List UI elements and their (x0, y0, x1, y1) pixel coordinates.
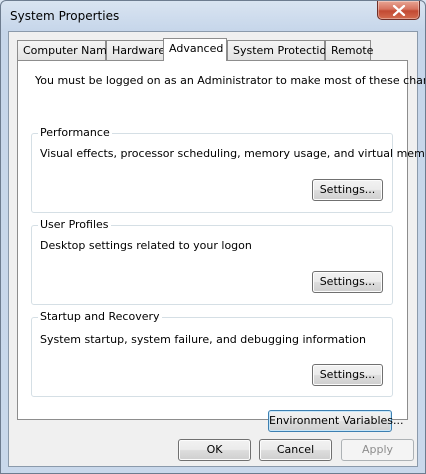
tab-system-protection[interactable]: System Protection (227, 40, 333, 60)
tab-advanced[interactable]: Advanced (163, 38, 227, 61)
apply-button[interactable]: Apply (341, 439, 414, 461)
tab-remote[interactable]: Remote (325, 40, 374, 60)
environment-variables-button[interactable]: Environment Variables... (268, 410, 404, 432)
close-button[interactable] (377, 1, 420, 20)
tab-label: System Protection (233, 44, 334, 57)
user-profiles-description: Desktop settings related to your logon (40, 239, 252, 252)
ok-button[interactable]: OK (178, 439, 251, 461)
user-profiles-group: User Profiles Desktop settings related t… (31, 218, 393, 305)
tab-label: Remote (331, 44, 374, 57)
startup-recovery-title: Startup and Recovery (38, 310, 162, 323)
user-profiles-settings-button[interactable]: Settings... (312, 271, 383, 293)
tab-computer-name[interactable]: Computer Name (17, 40, 114, 60)
dialog-client-area: Computer Name Hardware Advanced System P… (8, 31, 425, 467)
tab-label: Hardware (112, 44, 166, 57)
performance-settings-button[interactable]: Settings... (312, 179, 383, 201)
user-profiles-title: User Profiles (38, 218, 111, 231)
title-bar[interactable]: System Properties (1, 1, 425, 31)
tab-hardware[interactable]: Hardware (106, 40, 166, 60)
tab-label: Computer Name (23, 44, 114, 57)
startup-recovery-settings-button[interactable]: Settings... (312, 364, 383, 386)
cancel-button[interactable]: Cancel (259, 439, 332, 461)
startup-recovery-description: System startup, system failure, and debu… (40, 333, 366, 346)
tab-label: Advanced (169, 42, 224, 55)
performance-title: Performance (38, 126, 112, 139)
performance-description: Visual effects, processor scheduling, me… (40, 147, 426, 160)
window-title: System Properties (10, 9, 120, 23)
performance-group: Performance Visual effects, processor sc… (31, 126, 425, 213)
startup-recovery-group: Startup and Recovery System startup, sys… (31, 310, 393, 397)
close-icon (392, 5, 406, 16)
advanced-tab-panel: You must be logged on as an Administrato… (17, 60, 425, 432)
system-properties-window: System Properties Computer Name Hardware… (0, 0, 426, 474)
admin-notice: You must be logged on as an Administrato… (35, 74, 426, 87)
